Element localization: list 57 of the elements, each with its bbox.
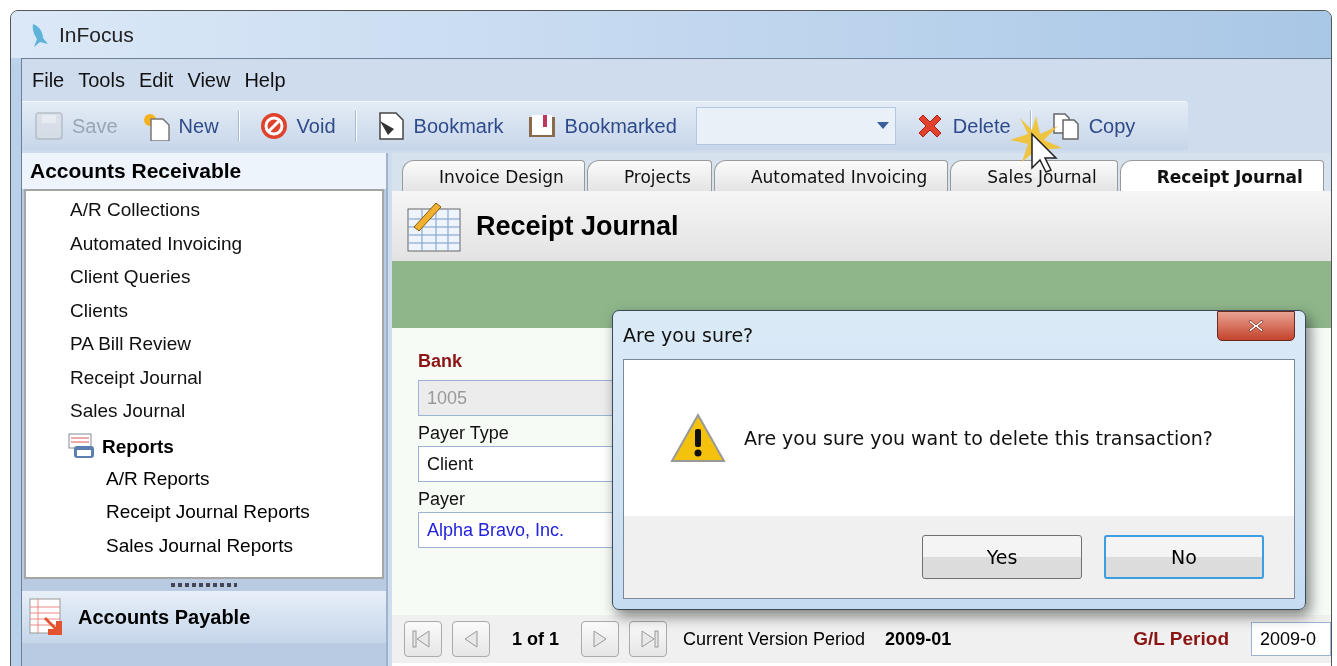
sidebar-item[interactable]: Sales Journal bbox=[26, 396, 382, 430]
close-icon bbox=[1248, 319, 1264, 333]
sidebar-group[interactable]: Reports bbox=[102, 435, 174, 458]
last-record-button[interactable] bbox=[629, 621, 667, 657]
tab[interactable]: Sales Journal bbox=[950, 160, 1118, 191]
tab[interactable]: Receipt Journal bbox=[1119, 160, 1324, 191]
next-record-button[interactable] bbox=[581, 621, 619, 657]
prohibited-icon bbox=[258, 111, 289, 141]
sidebar-title: Accounts Receivable bbox=[22, 153, 386, 189]
sidebar-item[interactable]: Sales Journal Reports bbox=[26, 530, 382, 564]
toolbar-button[interactable]: Void bbox=[254, 107, 340, 145]
tab[interactable]: Projects bbox=[586, 160, 712, 191]
field-label: Payer Type bbox=[418, 422, 509, 445]
field-label: Payer bbox=[418, 488, 466, 511]
warning-icon bbox=[670, 413, 726, 463]
menu-item[interactable]: Edit bbox=[138, 68, 174, 92]
close-button[interactable] bbox=[1217, 311, 1295, 341]
tab[interactable]: Invoice Design bbox=[402, 160, 585, 191]
sidebar-item[interactable]: Receipt Journal bbox=[26, 362, 382, 396]
sidebar-item[interactable]: Client Queries bbox=[26, 262, 382, 296]
section-label: Accounts Payable bbox=[78, 605, 251, 629]
sidebar-item[interactable]: A/R Reports bbox=[26, 463, 382, 497]
toolbar-button[interactable]: Bookmark bbox=[371, 107, 508, 145]
window-title: InFocus bbox=[59, 22, 134, 47]
page-title: Receipt Journal bbox=[476, 210, 679, 242]
record-counter: 1 of 1 bbox=[512, 628, 559, 650]
dialog-button[interactable]: No bbox=[1104, 535, 1264, 579]
sidebar-section[interactable]: Accounts Payable bbox=[22, 591, 386, 643]
sidebar-item[interactable]: Automated Invoicing bbox=[26, 228, 382, 262]
period-label: G/L Period bbox=[1133, 628, 1229, 650]
dialog-button[interactable]: Yes bbox=[922, 535, 1082, 579]
period-field[interactable]: 2009-0 bbox=[1251, 622, 1331, 656]
dropdown-caret-icon bbox=[876, 122, 889, 130]
toolbar-button[interactable]: Bookmarked bbox=[522, 107, 681, 145]
sidebar-item[interactable]: Clients bbox=[26, 295, 382, 329]
toolbar-button[interactable]: Copy bbox=[1046, 107, 1140, 145]
version-period-value: 2009-01 bbox=[885, 628, 952, 650]
toolbar-button[interactable]: New bbox=[136, 107, 223, 145]
menu-item[interactable]: View bbox=[187, 68, 231, 92]
field-label: Bank bbox=[418, 350, 462, 373]
dropdown-field[interactable] bbox=[695, 107, 896, 145]
dialog-title: Are you sure? bbox=[623, 324, 754, 346]
menu-item[interactable]: Tools bbox=[78, 68, 125, 92]
sidebar-item[interactable]: A/R Collections bbox=[26, 195, 382, 229]
menu-item[interactable]: File bbox=[32, 68, 65, 92]
sidebar-item[interactable]: PA Bill Review bbox=[26, 329, 382, 363]
first-record-button[interactable] bbox=[404, 621, 442, 657]
version-period-label: Current Version Period bbox=[683, 628, 866, 650]
copy-icon bbox=[1050, 111, 1081, 141]
save-icon bbox=[34, 111, 64, 141]
dialog-message: Are you sure you want to delete this transaction? bbox=[744, 427, 1213, 449]
previous-record-button[interactable] bbox=[452, 621, 490, 657]
menu-item[interactable]: Help bbox=[244, 68, 286, 92]
sidebar-item[interactable]: Receipt Journal Reports bbox=[26, 497, 382, 531]
tab[interactable]: Automated Invoicing bbox=[713, 160, 949, 191]
splitter-grip[interactable] bbox=[171, 583, 237, 587]
toolbar-button[interactable]: Delete bbox=[910, 107, 1015, 145]
